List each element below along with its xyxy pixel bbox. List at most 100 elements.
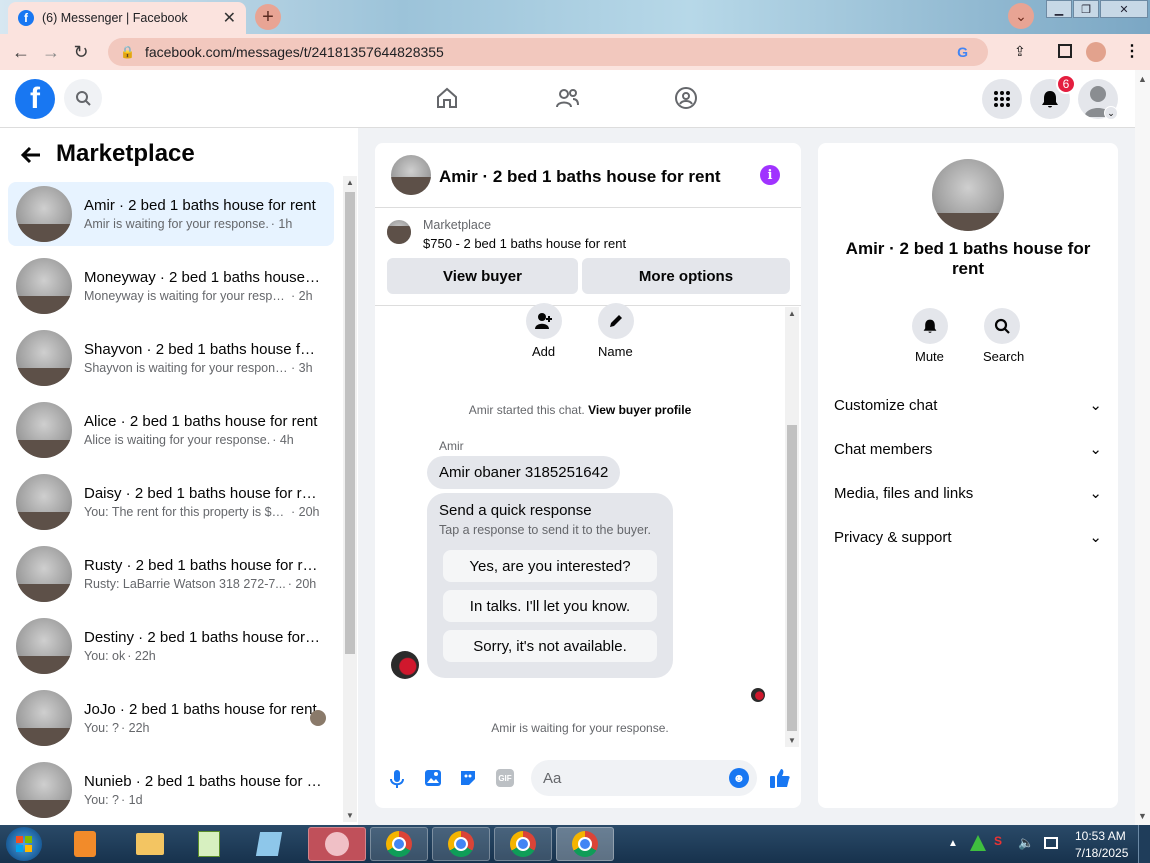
tray-app-icon[interactable] (970, 835, 986, 851)
edit-name-icon[interactable] (598, 303, 634, 339)
conversation-preview-line: Amir is waiting for your response. · 1h (84, 217, 322, 231)
more-options-button[interactable]: More options (582, 258, 790, 294)
conversation-preview: You: ok (84, 649, 126, 663)
add-label: Add (532, 344, 556, 359)
chrome-taskbar-2[interactable] (432, 827, 490, 861)
close-window-icon[interactable]: ✕ (1100, 0, 1148, 18)
sticker-icon[interactable] (459, 769, 477, 787)
quick-reply-in-talks[interactable]: In talks. I'll let you know. (443, 590, 657, 622)
browser-tab[interactable]: f (6) Messenger | Facebook ✕ (8, 2, 246, 34)
clock-time[interactable]: 10:53 AM (1075, 829, 1126, 843)
chrome-taskbar-1[interactable] (370, 827, 428, 861)
tab-search-icon[interactable]: ⌄ (1008, 3, 1034, 29)
chat-scrollbar[interactable]: ▲ ▼ (785, 307, 799, 747)
reload-icon[interactable]: ↻ (66, 37, 96, 67)
message-bubble[interactable]: Amir obaner 3185251642 (427, 456, 621, 489)
browser-toolbar: ← → ↻ 🔒 facebook.com/messages/t/24181357… (0, 34, 1150, 70)
conversation-name: Amir · 2 bed 1 baths house for rent (84, 197, 316, 214)
back-arrow-icon[interactable] (20, 144, 42, 166)
view-buyer-profile-link[interactable]: View buyer profile (588, 403, 691, 417)
listing-thumbnail[interactable] (387, 220, 411, 244)
new-tab-button[interactable]: + (255, 4, 281, 30)
conversation-item[interactable]: Moneyway · 2 bed 1 baths house for rent M… (8, 254, 334, 318)
microphone-icon[interactable] (389, 769, 405, 789)
conversation-time: · 3h (291, 361, 313, 375)
account-chevron-icon[interactable]: ⌄ (1104, 106, 1118, 120)
privacy-support-section[interactable]: Privacy & support ⌄ (834, 517, 1102, 557)
media-files-section[interactable]: Media, files and links ⌄ (834, 473, 1102, 513)
address-bar[interactable]: 🔒 facebook.com/messages/t/24181357644828… (108, 38, 988, 66)
conversation-item[interactable]: JoJo · 2 bed 1 baths house for rent You: … (8, 686, 334, 750)
emoji-icon[interactable]: ☻ (729, 768, 749, 788)
back-icon[interactable]: ← (6, 37, 36, 67)
listing-title[interactable]: $750 - 2 bed 1 baths house for rent (423, 236, 626, 251)
menu-grid-icon[interactable] (982, 79, 1022, 119)
network-icon[interactable] (1044, 837, 1058, 849)
chevron-down-icon: ⌄ (1089, 441, 1102, 458)
conversation-item[interactable]: Shayvon · 2 bed 1 baths house for rent Sh… (8, 326, 334, 390)
search-label: Search (983, 349, 1025, 364)
conversation-time: · 2h (291, 289, 313, 303)
search-conversation-icon[interactable] (984, 308, 1020, 344)
quick-reply-not-available[interactable]: Sorry, it's not available. (443, 630, 657, 662)
buyer-avatar[interactable] (391, 651, 419, 679)
share-icon[interactable]: ⇪ (1014, 43, 1026, 60)
profile-avatar-icon[interactable] (1086, 42, 1106, 62)
google-icon[interactable]: G (957, 44, 968, 60)
volume-icon[interactable]: 🔈 (1018, 835, 1034, 851)
conversation-item[interactable]: Amir · 2 bed 1 baths house for rent Amir … (8, 182, 334, 246)
conversation-item[interactable]: Alice · 2 bed 1 baths house for rent Alic… (8, 398, 334, 462)
sidebar-scrollbar[interactable]: ▲ ▼ (343, 176, 357, 822)
customize-chat-section[interactable]: Customize chat ⌄ (834, 385, 1102, 425)
conversation-text: Amir · 2 bed 1 baths house for rent Amir … (84, 197, 322, 231)
page-scrollbar[interactable]: ▲ ▼ (1135, 70, 1150, 825)
media-player-icon[interactable] (60, 827, 110, 861)
conversation-item[interactable]: Nunieb · 2 bed 1 baths house for rent You… (8, 758, 334, 822)
quick-reply-yes[interactable]: Yes, are you interested? (443, 550, 657, 582)
home-icon[interactable] (435, 86, 459, 110)
notepad-icon[interactable] (244, 827, 294, 861)
conversation-text: Alice · 2 bed 1 baths house for rent Alic… (84, 413, 322, 447)
photo-icon[interactable] (424, 769, 442, 787)
facebook-logo[interactable]: f (15, 79, 55, 119)
tray-security-icon[interactable]: S (994, 834, 1002, 848)
file-explorer-icon[interactable] (122, 827, 178, 861)
message-input[interactable]: Aa ☻ (531, 760, 757, 796)
tab-close-icon[interactable]: ✕ (223, 8, 236, 28)
conversation-preview-line: You: The rent for this property is $750 ·… (84, 505, 322, 519)
conversation-item[interactable]: Rusty · 2 bed 1 baths house for rent Rust… (8, 542, 334, 606)
side-panel-icon[interactable] (1058, 44, 1072, 58)
waiting-notice: Amir is waiting for your response. (491, 721, 669, 735)
notepad-plus-icon[interactable] (184, 827, 234, 861)
gif-icon[interactable]: GIF (496, 769, 514, 787)
conversation-item[interactable]: Destiny · 2 bed 1 baths house for rent Yo… (8, 614, 334, 678)
snipping-tool-icon[interactable] (308, 827, 366, 861)
browser-menu-icon[interactable]: ⋮ (1124, 41, 1140, 61)
info-icon[interactable]: i (760, 165, 780, 185)
mute-bell-icon[interactable] (912, 308, 948, 344)
view-buyer-button[interactable]: View buyer (387, 258, 578, 294)
chrome-taskbar-4[interactable] (556, 827, 614, 861)
chat-members-section[interactable]: Chat members ⌄ (834, 429, 1102, 469)
start-button[interactable] (6, 827, 42, 861)
show-desktop-button[interactable] (1138, 825, 1150, 863)
like-icon[interactable] (769, 767, 791, 789)
conversation-preview: Amir is waiting for your response. (84, 217, 269, 231)
search-icon[interactable] (64, 79, 102, 117)
conversation-item[interactable]: Daisy · 2 bed 1 baths house for rent You:… (8, 470, 334, 534)
chat-header-avatar[interactable] (391, 155, 431, 195)
chevron-down-icon: ⌄ (1089, 397, 1102, 414)
groups-icon[interactable] (674, 86, 698, 110)
details-avatar[interactable] (932, 159, 1004, 231)
chrome-taskbar-3[interactable] (494, 827, 552, 861)
minimize-icon[interactable]: ▁ (1046, 0, 1072, 18)
maximize-icon[interactable]: ❐ (1073, 0, 1099, 18)
forward-icon[interactable]: → (36, 37, 66, 67)
conversation-text: Daisy · 2 bed 1 baths house for rent You:… (84, 485, 322, 519)
add-person-icon[interactable] (526, 303, 562, 339)
friends-icon[interactable] (554, 86, 580, 110)
clock-date[interactable]: 7/18/2025 (1075, 846, 1128, 860)
chat-title[interactable]: Amir · 2 bed 1 baths house for rent (439, 167, 721, 187)
conversation-preview: You: The rent for this property is $750 (84, 505, 289, 519)
tray-overflow-icon[interactable]: ▲ (948, 838, 958, 849)
